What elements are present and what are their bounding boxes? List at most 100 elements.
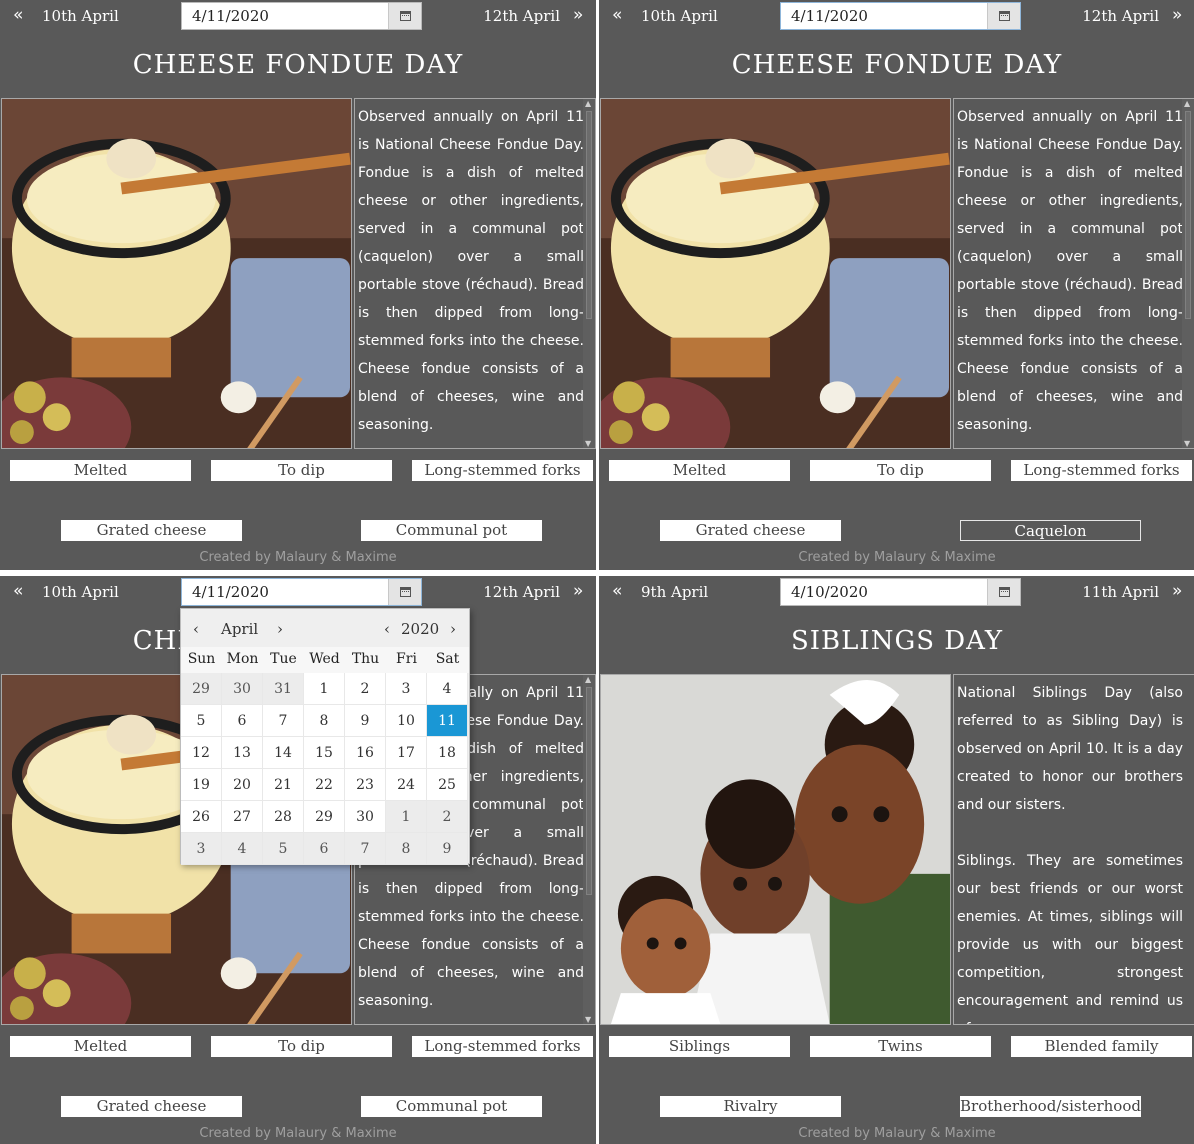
calendar-day-selected[interactable]: 11 (427, 705, 468, 737)
calendar-day-other-month[interactable]: 2 (427, 801, 468, 833)
double-chevron-left-icon[interactable]: « (612, 581, 622, 601)
calendar-day-other-month[interactable]: 7 (345, 833, 386, 865)
double-chevron-right-icon[interactable]: » (1172, 5, 1182, 25)
calendar-button[interactable] (987, 3, 1020, 29)
calendar-day[interactable]: 4 (427, 673, 468, 705)
tag-button[interactable]: Long-stemmed forks (412, 460, 593, 481)
prev-month-button[interactable]: ‹ (193, 620, 199, 638)
tag-button-selected[interactable]: Caquelon (960, 520, 1141, 541)
tag-button[interactable]: Melted (609, 460, 790, 481)
calendar-day[interactable]: 8 (304, 705, 345, 737)
date-input[interactable] (781, 3, 987, 29)
date-input[interactable] (182, 579, 388, 605)
calendar-day[interactable]: 16 (345, 737, 386, 769)
calendar-day[interactable]: 22 (304, 769, 345, 801)
date-picker[interactable] (780, 2, 1021, 30)
calendar-day-other-month[interactable]: 1 (386, 801, 427, 833)
tag-button[interactable]: Communal pot (361, 520, 542, 541)
tag-button[interactable]: Grated cheese (61, 1096, 242, 1117)
year-label[interactable]: 2020 (401, 620, 439, 638)
tag-button[interactable]: To dip (211, 460, 392, 481)
calendar-day[interactable]: 3 (386, 673, 427, 705)
tag-button[interactable]: Twins (810, 1036, 991, 1057)
calendar-day[interactable]: 2 (345, 673, 386, 705)
double-chevron-left-icon[interactable]: « (13, 5, 23, 25)
calendar-day[interactable]: 10 (386, 705, 427, 737)
tag-button[interactable]: Rivalry (660, 1096, 841, 1117)
next-month-button[interactable]: › (277, 620, 283, 638)
double-chevron-right-icon[interactable]: » (573, 581, 583, 601)
tag-button[interactable]: Grated cheese (61, 520, 242, 541)
double-chevron-left-icon[interactable]: « (13, 581, 23, 601)
description-box[interactable]: Observed annually on April 11 is Nationa… (354, 98, 596, 449)
next-day-link[interactable]: 12th April (1082, 7, 1159, 25)
calendar-day-other-month[interactable]: 9 (427, 833, 468, 865)
next-day-link[interactable]: 11th April (1082, 583, 1159, 601)
calendar-day[interactable]: 1 (304, 673, 345, 705)
description-box[interactable]: National Siblings Day (also referred to … (953, 674, 1194, 1025)
calendar-day[interactable]: 29 (304, 801, 345, 833)
tag-button[interactable]: Brotherhood/sisterhood (960, 1096, 1141, 1117)
calendar-day-other-month[interactable]: 6 (304, 833, 345, 865)
calendar-day-other-month[interactable]: 4 (222, 833, 263, 865)
calendar-day-other-month[interactable]: 29 (181, 673, 222, 705)
previous-day-link[interactable]: 9th April (641, 583, 708, 601)
calendar-day[interactable]: 17 (386, 737, 427, 769)
previous-day-link[interactable]: 10th April (42, 583, 119, 601)
calendar-day[interactable]: 27 (222, 801, 263, 833)
calendar-day-other-month[interactable]: 8 (386, 833, 427, 865)
calendar-day[interactable]: 5 (181, 705, 222, 737)
tag-button[interactable]: Grated cheese (660, 520, 841, 541)
prev-year-button[interactable]: ‹ (384, 620, 390, 638)
date-input[interactable] (781, 579, 987, 605)
previous-day-link[interactable]: 10th April (42, 7, 119, 25)
calendar-day[interactable]: 30 (345, 801, 386, 833)
date-picker[interactable] (780, 578, 1021, 606)
calendar-day[interactable]: 21 (263, 769, 304, 801)
tag-button[interactable]: Communal pot (361, 1096, 542, 1117)
double-chevron-right-icon[interactable]: » (573, 5, 583, 25)
calendar-day[interactable]: 9 (345, 705, 386, 737)
calendar-button[interactable] (388, 579, 421, 605)
calendar-day[interactable]: 12 (181, 737, 222, 769)
double-chevron-right-icon[interactable]: » (1172, 581, 1182, 601)
description-scrollbar[interactable]: ▲ ▼ (583, 675, 595, 1024)
calendar-day[interactable]: 15 (304, 737, 345, 769)
calendar-day-other-month[interactable]: 3 (181, 833, 222, 865)
description-box[interactable]: Observed annually on April 11 is Nationa… (953, 98, 1194, 449)
calendar-day-other-month[interactable]: 5 (263, 833, 304, 865)
calendar-day[interactable]: 26 (181, 801, 222, 833)
calendar-button[interactable] (987, 579, 1020, 605)
calendar-button[interactable] (388, 3, 421, 29)
calendar-day[interactable]: 18 (427, 737, 468, 769)
description-scrollbar[interactable]: ▲ ▼ (1182, 99, 1194, 448)
calendar-day[interactable]: 6 (222, 705, 263, 737)
month-label[interactable]: April (221, 620, 258, 638)
calendar-day[interactable]: 25 (427, 769, 468, 801)
calendar-day-other-month[interactable]: 31 (263, 673, 304, 705)
calendar-day[interactable]: 19 (181, 769, 222, 801)
double-chevron-left-icon[interactable]: « (612, 5, 622, 25)
next-day-link[interactable]: 12th April (483, 583, 560, 601)
tag-button[interactable]: Long-stemmed forks (1011, 460, 1192, 481)
tag-button[interactable]: To dip (211, 1036, 392, 1057)
calendar-day[interactable]: 28 (263, 801, 304, 833)
tag-button[interactable]: Siblings (609, 1036, 790, 1057)
date-picker[interactable] (181, 2, 422, 30)
calendar-day[interactable]: 23 (345, 769, 386, 801)
next-day-link[interactable]: 12th April (483, 7, 560, 25)
calendar-day[interactable]: 7 (263, 705, 304, 737)
tag-button[interactable]: Blended family (1011, 1036, 1192, 1057)
description-scrollbar[interactable]: ▲ ▼ (583, 99, 595, 448)
tag-button[interactable]: To dip (810, 460, 991, 481)
tag-button[interactable]: Melted (10, 460, 191, 481)
previous-day-link[interactable]: 10th April (641, 7, 718, 25)
next-year-button[interactable]: › (450, 620, 456, 638)
date-picker[interactable] (181, 578, 422, 606)
calendar-day[interactable]: 20 (222, 769, 263, 801)
calendar-day-other-month[interactable]: 30 (222, 673, 263, 705)
tag-button[interactable]: Melted (10, 1036, 191, 1057)
date-input[interactable] (182, 3, 388, 29)
tag-button[interactable]: Long-stemmed forks (412, 1036, 593, 1057)
calendar-day[interactable]: 14 (263, 737, 304, 769)
